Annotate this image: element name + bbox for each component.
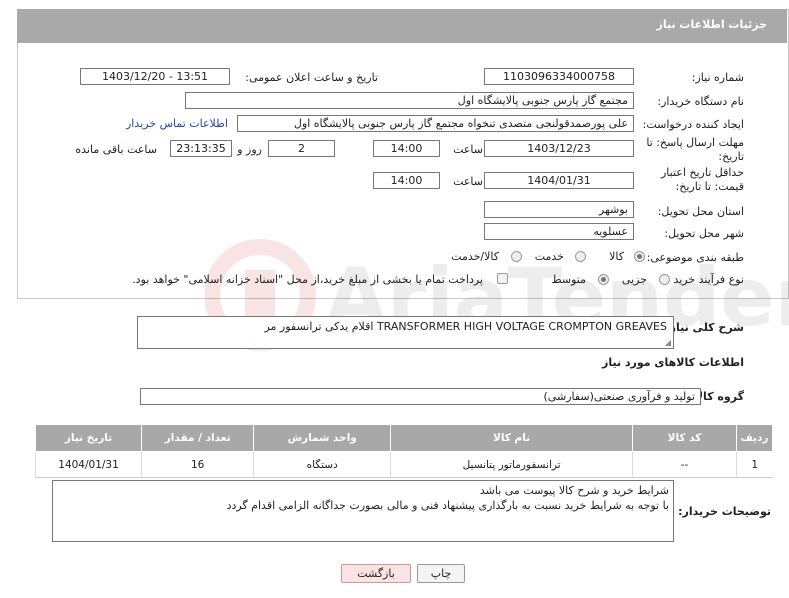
buyer-notes-line2: با توجه به شرایط خرید نسبت به بارگذاری پ… [226, 499, 669, 512]
buyer-notes-line1: شرایط خرید و شرح کالا پیوست می باشد [479, 484, 669, 497]
process-option-medium: متوسط [551, 273, 586, 286]
category-option-both: کالا/خدمت [451, 250, 499, 263]
buyer-notes-textarea: شرایط خرید و شرح کالا پیوست می باشد با ت… [52, 480, 674, 542]
price-time-field: 14:00 [373, 172, 440, 189]
treasury-payment-checkbox[interactable] [497, 273, 508, 284]
col-name: نام کالا [390, 424, 634, 452]
city-field: عسلویه [484, 223, 634, 240]
goods-section-title: اطلاعات کالاهای مورد نیاز [602, 356, 744, 369]
reply-deadline-label: مهلت ارسال پاسخ: تا تاریخ: [646, 136, 744, 163]
process-radio-minor[interactable] [659, 274, 670, 285]
buyer-contact-link[interactable]: اطلاعات تماس خریدار [126, 117, 228, 130]
description-text: اقلام یدکی ترانسفور مر TRANSFORMER HIGH … [264, 320, 667, 333]
reply-time-field: 14:00 [373, 140, 440, 157]
price-validity-label: حداقل تاریخ اعتبار قیمت: تا تاریخ: [660, 166, 744, 193]
days-label: روز و [237, 143, 262, 156]
need-number-label: شماره نیاز: [691, 71, 744, 84]
city-label: شهر محل تحویل: [664, 227, 744, 240]
col-date: تاریخ نیاز [34, 424, 143, 452]
cell-row: 1 [735, 451, 773, 478]
col-unit: واحد شمارش [253, 424, 392, 452]
requester-label: ایجاد کننده درخواست: [642, 118, 744, 131]
province-field: بوشهر [484, 201, 634, 218]
category-option-service: خدمت [534, 250, 564, 263]
cell-code: -- [632, 451, 737, 478]
process-option-minor: جزیی [621, 273, 647, 286]
price-time-label: ساعت [453, 175, 483, 188]
description-textarea: اقلام یدکی ترانسفور مر TRANSFORMER HIGH … [137, 316, 674, 349]
resize-grip-icon: ◢ [664, 338, 671, 347]
category-radio-service[interactable] [575, 251, 586, 262]
remaining-label: ساعت باقی مانده [75, 143, 157, 156]
back-button[interactable]: بازگشت [341, 564, 411, 583]
description-label: شرح کلی نیاز: [665, 321, 744, 334]
need-number-field: 1103096334000758 [484, 68, 634, 85]
cell-date: 1404/01/31 [34, 451, 142, 478]
category-label: طبقه بندی موضوعی: [646, 251, 744, 264]
goods-group-field: تولید و فرآوری صنعتی(سفارشی) [140, 388, 701, 405]
goods-table: ردیف کد کالا نام کالا واحد شمارش تعداد /… [34, 424, 774, 478]
price-date-field: 1404/01/31 [484, 172, 634, 189]
announce-label: تاریخ و ساعت اعلان عمومی: [245, 71, 378, 84]
province-label: استان محل تحویل: [657, 205, 744, 218]
buyer-org-label: نام دستگاه خریدار: [657, 95, 744, 108]
reply-time-label: ساعت [453, 143, 483, 156]
buyer-notes-label: توضیحات خریدار: [678, 505, 771, 518]
cell-unit: دستگاه [253, 451, 391, 478]
col-row: ردیف [735, 424, 774, 452]
cell-name: ترانسفورماتور پتانسیل [390, 451, 633, 478]
col-code: کد کالا [632, 424, 737, 452]
requester-field: علی پورصمدقولنجی متصدی تنخواه مجتمع گاز … [237, 115, 634, 132]
reply-date-field: 1403/12/23 [484, 140, 634, 157]
process-label: نوع فرآیند خرید : [666, 273, 744, 286]
table-row: 1 -- ترانسفورماتور پتانسیل دستگاه 16 140… [34, 451, 773, 478]
treasury-payment-note: پرداخت تمام یا بخشی از مبلغ خرید،از محل … [132, 273, 483, 286]
page-title: جزئیات اطلاعات نیاز [656, 18, 768, 31]
days-field: 2 [268, 140, 335, 157]
goods-table-header: ردیف کد کالا نام کالا واحد شمارش تعداد /… [34, 424, 774, 452]
cell-qty: 16 [141, 451, 254, 478]
remaining-time-field: 23:13:35 [170, 140, 232, 157]
process-radio-medium[interactable] [598, 274, 609, 285]
category-radio-goods[interactable] [634, 251, 645, 262]
category-radio-both[interactable] [511, 251, 522, 262]
col-qty: تعداد / مقدار [141, 424, 255, 452]
print-button[interactable]: چاپ [417, 564, 465, 583]
buyer-org-field: مجتمع گاز پارس جنوبی پالایشگاه اول [185, 92, 634, 109]
panel-header: جزئیات اطلاعات نیاز [17, 9, 787, 43]
category-option-goods: کالا [609, 250, 624, 263]
announce-field: 1403/12/20 - 13:51 [80, 68, 230, 85]
